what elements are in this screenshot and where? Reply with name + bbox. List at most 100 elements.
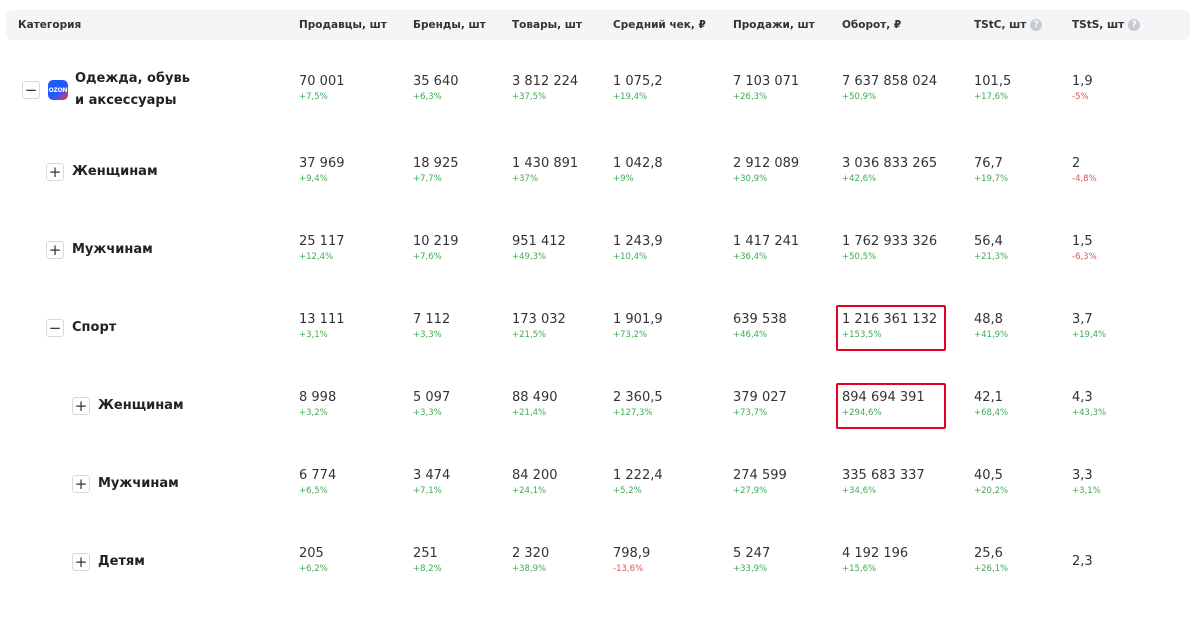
cell-value: 1 222,4 — [613, 468, 663, 483]
cell-products: 173 032 +21,5% — [512, 312, 566, 341]
cell-value: 173 032 — [512, 312, 566, 327]
cell-turnover: 4 192 196 +15,6% — [842, 546, 908, 575]
category-cell: + Детям — [72, 551, 145, 573]
cell-change: +42,6% — [842, 174, 877, 184]
cell-change: +3,3% — [413, 330, 442, 340]
cell-value: 3 036 833 265 — [842, 156, 938, 171]
cell-value: 48,8 — [974, 312, 1003, 327]
info-icon[interactable]: ? — [1030, 19, 1043, 31]
column-header-label: Категория — [18, 19, 82, 31]
category-label-line: Одежда, обувь — [75, 71, 190, 86]
column-header-sales[interactable]: Продажи, шт — [733, 10, 815, 40]
column-header-label: Товары, шт — [512, 19, 582, 31]
column-header-brands[interactable]: Бренды, шт — [413, 10, 486, 40]
cell-change: +21,4% — [512, 408, 547, 418]
expand-icon[interactable]: + — [72, 397, 90, 415]
cell-change: +73,2% — [613, 330, 648, 340]
column-header-avg-check[interactable]: Средний чек, ₽ — [613, 10, 706, 40]
category-label-line: Мужчинам — [98, 476, 179, 491]
cell-value: 3,3 — [1072, 468, 1093, 483]
cell-value: 7 112 — [413, 312, 451, 327]
cell-tsts: 2,3 — [1072, 554, 1093, 570]
cell-value: 6 774 — [299, 468, 337, 483]
column-header-category[interactable]: Категория — [18, 10, 81, 40]
column-header-label: Оборот, ₽ — [842, 19, 902, 31]
cell-change: +19,4% — [613, 92, 648, 102]
category-label[interactable]: Мужчинам — [72, 239, 153, 261]
category-label[interactable]: Детям — [98, 551, 145, 573]
column-header-turnover[interactable]: Оборот, ₽ — [842, 10, 901, 40]
cell-avg-check: 1 075,2 +19,4% — [613, 74, 663, 103]
cell-change: +30,9% — [733, 174, 768, 184]
cell-brands: 251 +8,2% — [413, 546, 442, 575]
cell-change: +36,4% — [733, 252, 768, 262]
column-header-tsts[interactable]: TStS, шт? — [1072, 10, 1141, 40]
category-label[interactable]: Одежда, обувь и аксессуары — [75, 68, 190, 112]
cell-brands: 18 925 +7,7% — [413, 156, 459, 185]
cell-sales: 1 417 241 +36,4% — [733, 234, 799, 263]
expand-icon[interactable]: + — [72, 553, 90, 571]
cell-sales: 639 538 +46,4% — [733, 312, 787, 341]
cell-brands: 10 219 +7,6% — [413, 234, 459, 263]
category-cell: − Спорт — [46, 317, 116, 339]
cell-value: 40,5 — [974, 468, 1003, 483]
collapse-icon[interactable]: − — [22, 81, 40, 99]
cell-tstc: 76,7 +19,7% — [974, 156, 1008, 185]
cell-brands: 3 474 +7,1% — [413, 468, 450, 497]
cell-change: +7,5% — [299, 92, 328, 102]
cell-value: 951 412 — [512, 234, 566, 249]
cell-change: +38,9% — [512, 564, 547, 574]
cell-avg-check: 2 360,5 +127,3% — [613, 390, 663, 419]
cell-value: 2 360,5 — [613, 390, 663, 405]
cell-change: +8,2% — [413, 564, 442, 574]
category-label-line: Мужчинам — [72, 242, 153, 257]
cell-products: 88 490 +21,4% — [512, 390, 558, 419]
cell-value: 18 925 — [413, 156, 459, 171]
cell-tstc: 56,4 +21,3% — [974, 234, 1008, 263]
cell-products: 2 320 +38,9% — [512, 546, 549, 575]
cell-value: 25 117 — [299, 234, 345, 249]
cell-avg-check: 1 222,4 +5,2% — [613, 468, 663, 497]
ozon-logo-icon: OZON — [48, 80, 68, 100]
cell-value: 37 969 — [299, 156, 345, 171]
category-label[interactable]: Женщинам — [98, 395, 184, 417]
cell-value: 5 247 — [733, 546, 771, 561]
collapse-icon[interactable]: − — [46, 319, 64, 337]
cell-change: +21,5% — [512, 330, 547, 340]
cell-change: +19,4% — [1072, 330, 1107, 340]
category-label[interactable]: Мужчинам — [98, 473, 179, 495]
cell-change: +5,2% — [613, 486, 642, 496]
column-header-tstc[interactable]: TStC, шт? — [974, 10, 1043, 40]
cell-value: 205 — [299, 546, 324, 561]
category-label[interactable]: Женщинам — [72, 161, 158, 183]
cell-change: +10,4% — [613, 252, 648, 262]
expand-icon[interactable]: + — [72, 475, 90, 493]
cell-value: 88 490 — [512, 390, 558, 405]
cell-value: 101,5 — [974, 74, 1012, 89]
column-header-products[interactable]: Товары, шт — [512, 10, 582, 40]
column-header-label: Бренды, шт — [413, 19, 486, 31]
category-label[interactable]: Спорт — [72, 317, 116, 339]
expand-icon[interactable]: + — [46, 163, 64, 181]
cell-change: +7,7% — [413, 174, 442, 184]
cell-value: 7 637 858 024 — [842, 74, 938, 89]
cell-value: 10 219 — [413, 234, 459, 249]
cell-value: 1 042,8 — [613, 156, 663, 171]
cell-value: 2 — [1072, 156, 1081, 171]
info-icon[interactable]: ? — [1128, 19, 1141, 31]
column-header-sellers[interactable]: Продавцы, шт — [299, 10, 387, 40]
cell-value: 7 103 071 — [733, 74, 800, 89]
cell-products: 951 412 +49,3% — [512, 234, 566, 263]
cell-change: +20,2% — [974, 486, 1009, 496]
cell-sellers: 13 111 +3,1% — [299, 312, 345, 341]
cell-tstc: 101,5 +17,6% — [974, 74, 1011, 103]
cell-value: 8 998 — [299, 390, 337, 405]
cell-tsts: 3,3 +3,1% — [1072, 468, 1101, 497]
cell-change: -5% — [1072, 92, 1089, 102]
expand-icon[interactable]: + — [46, 241, 64, 259]
highlight-box — [836, 305, 946, 351]
cell-sales: 7 103 071 +26,3% — [733, 74, 799, 103]
cell-change: +3,3% — [413, 408, 442, 418]
cell-tsts: 2 -4,8% — [1072, 156, 1097, 185]
cell-value: 76,7 — [974, 156, 1003, 171]
